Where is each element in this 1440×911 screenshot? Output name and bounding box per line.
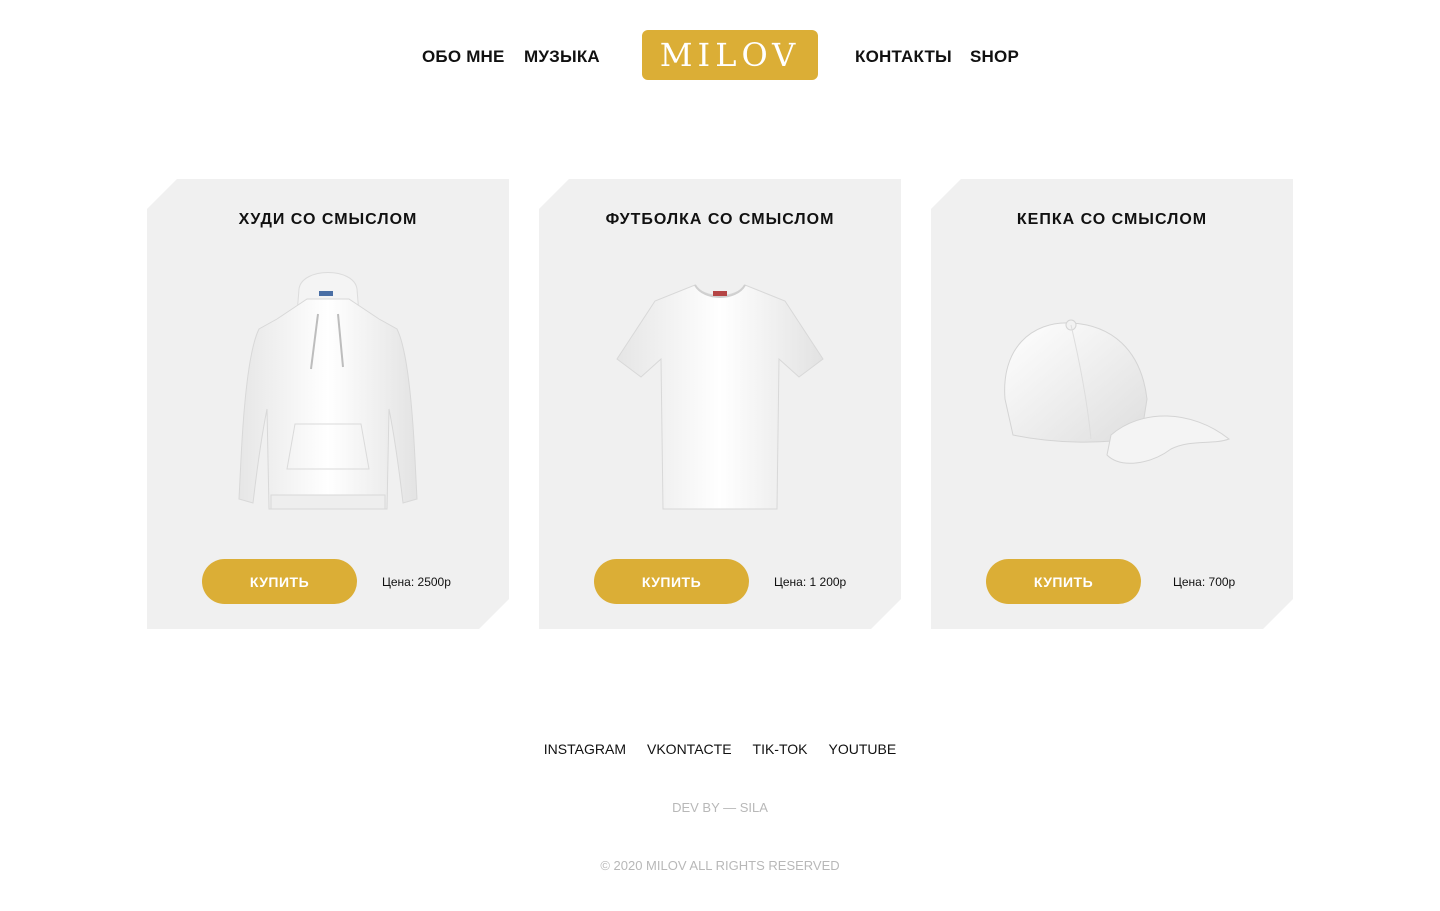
- buy-button[interactable]: КУПИТЬ: [594, 559, 749, 604]
- product-title: ХУДИ СО СМЫСЛОМ: [238, 211, 418, 228]
- cap-icon: [991, 259, 1233, 529]
- product-card-tshirt: ФУТБОЛКА СО СМЫСЛОМ КУПИТЬ Цена: 1 200р: [539, 179, 901, 629]
- site-header: ОБО МНЕ МУЗЫКА MILOV КОНТАКТЫ SHOP: [0, 0, 1440, 110]
- product-price: Цена: 2500р: [382, 575, 451, 589]
- social-link-instagram[interactable]: INSTAGRAM: [544, 741, 626, 757]
- product-title: КЕПКА СО СМЫСЛОМ: [1016, 211, 1208, 228]
- dev-credit[interactable]: DEV BY — SILA: [0, 800, 1440, 815]
- nav-link-contacts[interactable]: КОНТАКТЫ: [855, 47, 952, 67]
- nav-link-music[interactable]: МУЗЫКА: [524, 47, 600, 67]
- social-link-youtube[interactable]: YOUTUBE: [829, 741, 897, 757]
- nav-link-shop[interactable]: SHOP: [970, 47, 1019, 67]
- tshirt-icon: [599, 259, 841, 529]
- product-card-cap: КЕПКА СО СМЫСЛОМ КУПИТЬ Цена: 700р: [931, 179, 1293, 629]
- buy-button[interactable]: КУПИТЬ: [986, 559, 1141, 604]
- product-price: Цена: 700р: [1173, 575, 1236, 589]
- logo-text: MILOV: [659, 36, 801, 74]
- nav-link-about[interactable]: ОБО МНЕ: [422, 47, 505, 67]
- buy-button[interactable]: КУПИТЬ: [202, 559, 357, 604]
- product-title: ФУТБОЛКА СО СМЫСЛОМ: [605, 211, 835, 228]
- social-link-tiktok[interactable]: TIK-TOK: [753, 741, 808, 757]
- product-card-hoodie: ХУДИ СО СМЫСЛОМ КУПИТЬ Цена: 2500р: [147, 179, 509, 629]
- social-link-vkontakte[interactable]: VKONTACTE: [647, 741, 732, 757]
- copyright: © 2020 MILOV ALL RIGHTS RESERVED: [600, 858, 840, 873]
- social-links: INSTAGRAM VKONTACTE TIK-TOK YOUTUBE: [0, 741, 1440, 757]
- logo[interactable]: MILOV: [642, 30, 818, 80]
- hoodie-icon: [207, 259, 449, 529]
- product-price: Цена: 1 200р: [774, 575, 847, 589]
